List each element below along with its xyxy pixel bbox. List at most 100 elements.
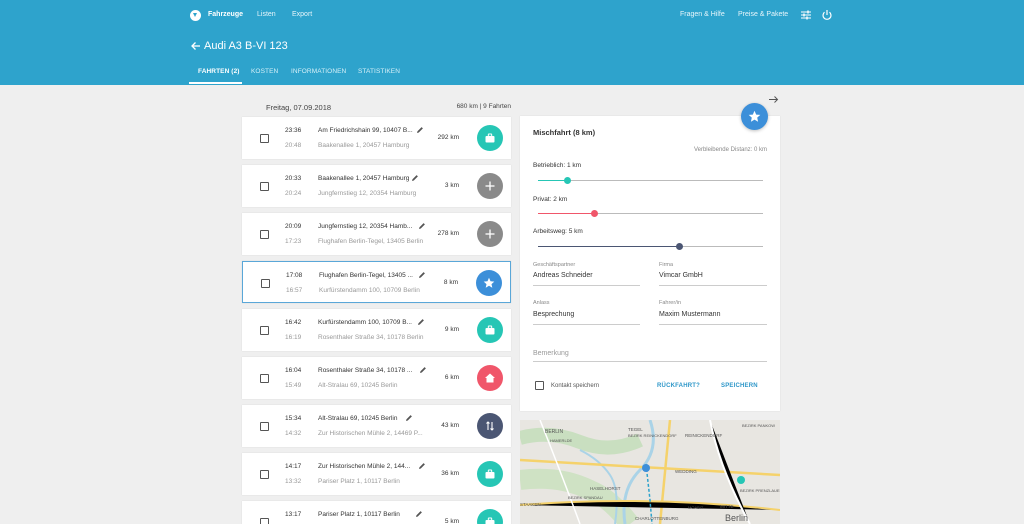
trip-destination: Alt-Stralau 69, 10245 Berlin — [318, 415, 398, 422]
partner-field[interactable]: Andreas Schneider — [533, 272, 593, 279]
edit-pencil-icon[interactable] — [418, 222, 426, 230]
trip-checkbox[interactable] — [260, 422, 269, 431]
settings-sliders-icon[interactable] — [800, 9, 812, 21]
edit-pencil-icon[interactable] — [405, 414, 413, 422]
trip-checkbox[interactable] — [260, 182, 269, 191]
trip-origin: Flughafen Berlin-Tegel, 13405 Berlin — [318, 238, 424, 245]
briefcase-icon — [485, 517, 495, 524]
edit-pencil-icon[interactable] — [416, 126, 424, 134]
trip-row[interactable]: 23:36 20:48 Am Friedrichshain 99, 10407 B.… — [242, 117, 511, 159]
trip-distance: 3 km — [444, 182, 459, 189]
star-icon — [748, 110, 761, 122]
driver-field[interactable]: Maxim Mustermann — [659, 311, 720, 318]
remaining-distance: Verbleibende Distanz: 0 km — [693, 147, 767, 153]
map-label: MITTE — [720, 504, 734, 509]
driver-label: Fahrer/in — [659, 300, 682, 306]
trip-row[interactable]: 15:34 14:32 Alt-Stralau 69, 10245 Berlin Zu… — [242, 405, 511, 447]
slider-private[interactable] — [538, 210, 763, 217]
slider-business[interactable] — [538, 177, 763, 184]
power-icon[interactable] — [821, 9, 833, 21]
trip-type-button[interactable] — [477, 173, 503, 199]
map-label: Berlin — [725, 513, 749, 523]
map-label: BEZIRK PANKOW — [742, 423, 776, 428]
nav-export[interactable]: Export — [292, 11, 312, 18]
map-label: MOABIT — [688, 505, 704, 510]
trip-type-button[interactable] — [477, 365, 503, 391]
forward-arrow-icon[interactable] — [768, 94, 779, 105]
map-label: REINICKENDORF — [685, 433, 723, 438]
trip-row[interactable]: 16:42 16:19 Kurfürstendamm 100, 10709 B...… — [242, 309, 511, 351]
tab-fahrten[interactable]: FAHRTEN (2) — [198, 68, 240, 75]
edit-pencil-icon[interactable] — [418, 462, 426, 470]
trip-checkbox[interactable] — [260, 134, 269, 143]
save-contact-label: Kontakt speichern — [551, 383, 600, 389]
tab-statistiken[interactable]: STATISTIKEN — [358, 68, 400, 75]
nav-listen[interactable]: Listen — [257, 11, 276, 18]
map-label: HAMERLDE — [550, 438, 573, 443]
trip-row[interactable]: 13:17 Pariser Platz 1, 10117 Berlin 5 km — [242, 501, 511, 524]
active-tab-indicator — [189, 82, 242, 84]
company-underline — [659, 285, 767, 286]
trip-detail-title: Mischfahrt (8 km) — [533, 128, 596, 137]
slider-private-fill — [538, 213, 595, 214]
logo-icon[interactable] — [190, 10, 201, 21]
nav-help[interactable]: Fragen & Hilfe — [680, 11, 725, 18]
slider-private-handle[interactable] — [590, 210, 598, 217]
trip-type-button[interactable] — [477, 125, 503, 151]
trip-destination: Kurfürstendamm 100, 10709 B... — [318, 319, 412, 326]
tab-kosten[interactable]: KOSTEN — [251, 68, 278, 75]
trip-origin: Jungfernstieg 12, 20354 Hamburg — [318, 190, 417, 197]
trip-row[interactable]: 17:08 16:57 Flughafen Berlin-Tegel, 13405 … — [242, 261, 511, 303]
trip-end-time: 15:34 — [285, 415, 302, 422]
trip-type-fab[interactable] — [741, 103, 768, 130]
trip-start-time: 16:19 — [285, 334, 302, 341]
slider-commute[interactable] — [538, 243, 763, 250]
edit-pencil-icon[interactable] — [418, 271, 426, 279]
trip-row[interactable]: 14:17 13:32 Zur Historischen Mühle 2, 144.… — [242, 453, 511, 495]
slider-label-business: Betrieblich: 1 km — [533, 162, 582, 169]
edit-pencil-icon[interactable] — [411, 174, 419, 182]
slider-business-handle[interactable] — [563, 177, 571, 184]
trip-row[interactable]: 20:09 17:23 Jungfernstieg 12, 20354 Hamb..… — [242, 213, 511, 255]
trip-start-time: 17:23 — [285, 238, 302, 245]
trip-checkbox[interactable] — [260, 518, 269, 524]
edit-pencil-icon[interactable] — [415, 510, 423, 518]
plus-icon — [485, 181, 495, 191]
back-arrow-icon[interactable] — [190, 40, 202, 52]
trip-type-button[interactable] — [477, 413, 503, 439]
edit-pencil-icon[interactable] — [419, 366, 427, 374]
trip-checkbox[interactable] — [261, 279, 270, 288]
trip-row[interactable]: 16:04 15:49 Rosenthaler Straße 34, 10178 .… — [242, 357, 511, 399]
trip-type-button[interactable] — [477, 461, 503, 487]
reason-underline — [533, 324, 640, 325]
trip-distance: 5 km — [444, 518, 459, 524]
trip-type-button[interactable] — [476, 270, 502, 296]
trip-checkbox[interactable] — [260, 374, 269, 383]
tab-informationen[interactable]: INFORMATIONEN — [291, 68, 346, 75]
nav-pricing[interactable]: Preise & Pakete — [738, 11, 788, 18]
trip-start-time: 20:24 — [285, 190, 302, 197]
trip-origin: Baakenallee 1, 20457 Hamburg — [318, 142, 410, 149]
route-map[interactable]: BERLIN HAMERLDE TEGEL BEZIRK REINICKENDORF R… — [520, 420, 780, 524]
trip-checkbox[interactable] — [260, 326, 269, 335]
trip-distance: 36 km — [441, 470, 459, 477]
edit-pencil-icon[interactable] — [417, 318, 425, 326]
save-button[interactable]: SPEICHERN — [721, 383, 758, 389]
trip-row[interactable]: 20:33 20:24 Baakenallee 1, 20457 Hamburg Ju… — [242, 165, 511, 207]
map-label: CHARLOTTENBURG — [635, 516, 679, 521]
save-contact-checkbox[interactable] — [535, 381, 544, 390]
company-field[interactable]: Vimcar GmbH — [659, 272, 703, 279]
trip-type-button[interactable] — [477, 509, 503, 524]
trip-type-button[interactable] — [477, 221, 503, 247]
reason-field[interactable]: Besprechung — [533, 311, 574, 318]
trip-destination: Zur Historischen Mühle 2, 144... — [318, 463, 411, 470]
return-trip-button[interactable]: RÜCKFAHRT? — [657, 383, 700, 389]
trip-type-button[interactable] — [477, 317, 503, 343]
briefcase-icon — [485, 325, 495, 335]
trip-checkbox[interactable] — [260, 230, 269, 239]
nav-fahrzeuge[interactable]: Fahrzeuge — [208, 11, 243, 18]
remark-field[interactable]: Bemerkung — [533, 350, 569, 357]
trip-start-time: 16:57 — [286, 287, 303, 294]
slider-commute-handle[interactable] — [676, 243, 684, 250]
trip-checkbox[interactable] — [260, 470, 269, 479]
